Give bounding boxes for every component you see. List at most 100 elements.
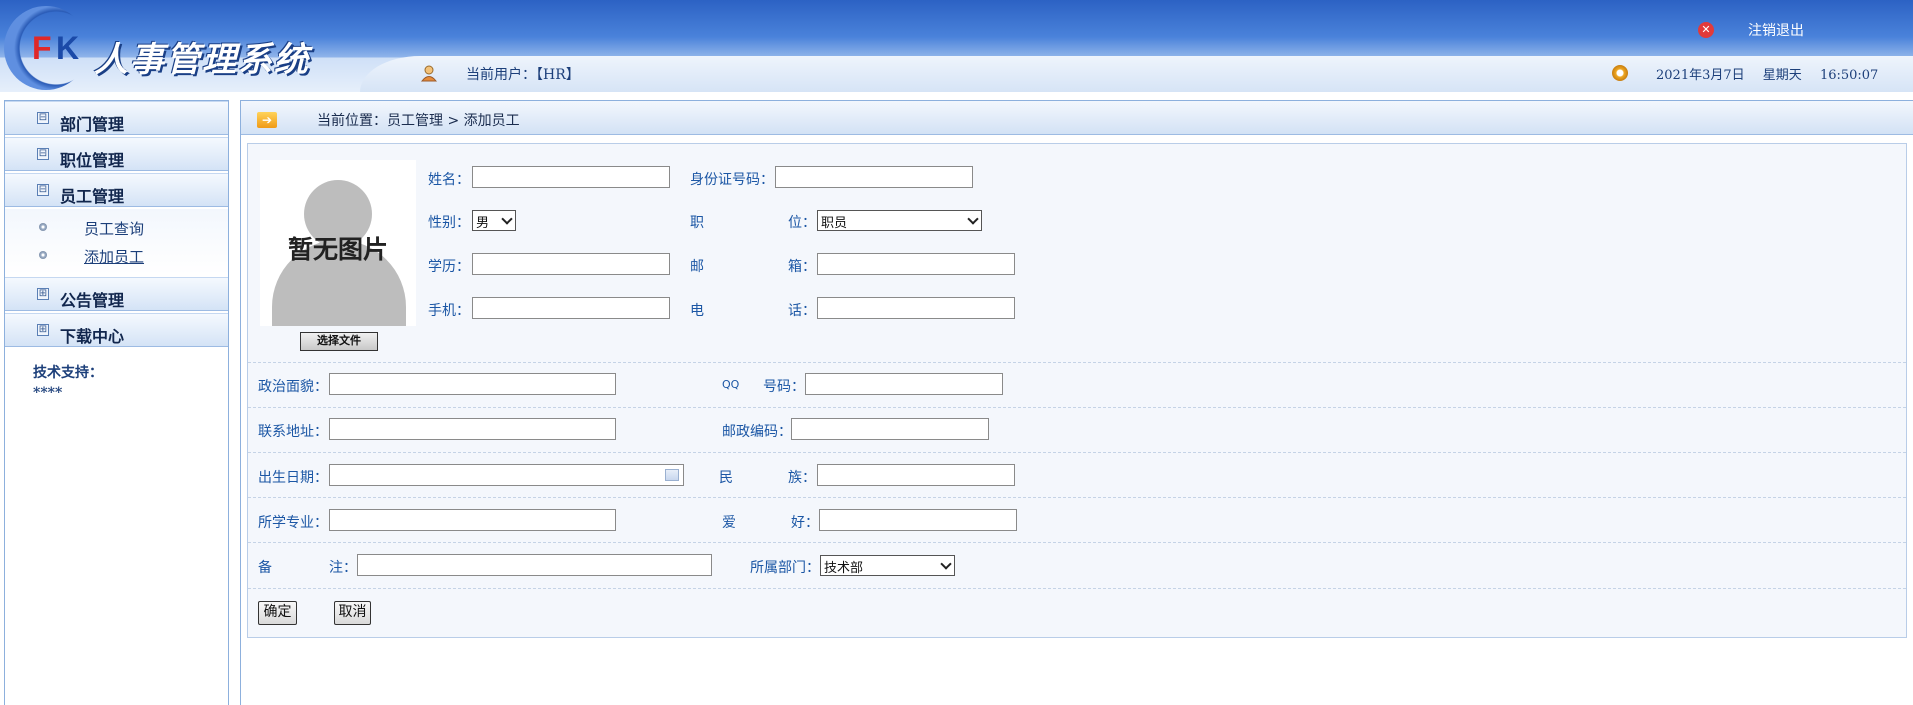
sidebar-menu-label: 员工管理 — [60, 187, 125, 206]
row-divider — [248, 452, 1906, 453]
row-divider — [248, 588, 1906, 589]
breadcrumb: 当前位置：员工管理 > 添加员工 — [317, 113, 520, 129]
breadcrumb-bar: ➔ 当前位置：员工管理 > 添加员工 — [241, 101, 1913, 135]
bullet-icon — [39, 223, 47, 231]
email-input[interactable] — [817, 253, 1015, 275]
mobile-label: 手机： — [428, 303, 470, 319]
email-label-a: 邮 — [690, 259, 704, 275]
sidebar-item-add-employee[interactable]: 添加员工 — [5, 241, 228, 269]
add-employee-form: 暂无图片 选择文件 姓名： 身份证号码： 性别： 男 职 位： 职员 学历： 邮… — [247, 143, 1907, 638]
name-label: 姓名： — [428, 172, 470, 188]
job-label-a: 职 — [690, 215, 704, 231]
tech-support: 技术支持： **** — [33, 363, 103, 403]
dept-label: 所属部门： — [750, 560, 820, 576]
collapse-icon: ⊟ — [37, 148, 49, 160]
speciality-label: 所学专业： — [258, 515, 328, 531]
weekday-text: 星期天 — [1762, 68, 1802, 83]
party-label: 政治面貌： — [258, 379, 328, 395]
row-divider — [248, 407, 1906, 408]
close-icon[interactable]: ✕ — [1698, 22, 1714, 38]
idcard-input[interactable] — [775, 166, 973, 188]
sex-label: 性别： — [428, 215, 470, 231]
sidebar-item-employee-query[interactable]: 员工查询 — [5, 213, 228, 241]
phone-label-b: 话： — [788, 303, 816, 319]
calendar-icon[interactable] — [665, 469, 679, 481]
remark-input[interactable] — [357, 554, 712, 576]
no-image-text: 暂无图片 — [287, 235, 388, 264]
job-select[interactable]: 职员 — [817, 210, 982, 231]
sidebar-menu-label: 部门管理 — [60, 115, 125, 134]
cancel-button[interactable]: 取消 — [334, 601, 371, 625]
main-content: ➔ 当前位置：员工管理 > 添加员工 暂无图片 选择文件 姓名： 身份证号码： … — [240, 100, 1913, 705]
hobby-label-a: 爱 — [722, 515, 736, 531]
tech-support-value: **** — [33, 385, 63, 401]
hobby-input[interactable] — [819, 509, 1017, 531]
postcode-input[interactable] — [791, 418, 989, 440]
expand-icon: ⊞ — [37, 288, 49, 300]
address-input[interactable] — [329, 418, 616, 440]
clock-icon — [1612, 65, 1628, 81]
race-label-b: 族： — [788, 470, 816, 486]
sidebar-menu-employee[interactable]: ⊟ 员工管理 — [5, 173, 228, 207]
remark-label-b: 注： — [329, 560, 357, 576]
name-input[interactable] — [472, 166, 670, 188]
time-text: 16:50:07 — [1819, 68, 1879, 83]
sidebar-menu-label: 公告管理 — [60, 291, 125, 310]
choose-file-button[interactable]: 选择文件 — [300, 332, 378, 351]
sidebar-menu-download[interactable]: ⊞ 下载中心 — [5, 313, 228, 347]
logo-letter-f: F — [32, 30, 52, 66]
race-label-a: 民 — [719, 470, 733, 486]
sex-select-value: 男 — [476, 216, 490, 231]
datetime-display: 2021年3月7日 星期天 16:50:07 — [1656, 64, 1892, 83]
collapse-icon: ⊟ — [37, 112, 49, 124]
email-label-b: 箱： — [788, 259, 816, 275]
sidebar-menu-notice[interactable]: ⊞ 公告管理 — [5, 277, 228, 311]
qq-label-a: QQ — [722, 378, 740, 391]
logout-link[interactable]: 注销退出 — [1748, 20, 1804, 40]
job-select-value: 职员 — [821, 216, 848, 231]
expand-icon: ⊞ — [37, 324, 49, 336]
row-divider — [248, 542, 1906, 543]
employee-submenu: 员工查询 添加员工 — [5, 209, 228, 275]
dept-select[interactable]: 技术部 — [820, 555, 955, 576]
tech-support-label: 技术支持： — [33, 365, 103, 381]
address-label: 联系地址： — [258, 424, 328, 440]
education-input[interactable] — [472, 253, 670, 275]
race-input[interactable] — [817, 464, 1015, 486]
sidebar-item-label: 员工查询 — [84, 220, 145, 238]
photo-preview: 暂无图片 — [260, 160, 416, 326]
chevron-down-icon — [501, 213, 513, 225]
speciality-input[interactable] — [329, 509, 616, 531]
sidebar: ⊟ 部门管理 ⊟ 职位管理 ⊟ 员工管理 员工查询 添加员工 ⊞ 公告管理 ⊞ … — [4, 100, 229, 705]
bullet-icon — [39, 251, 47, 259]
qq-label-b: 号码： — [763, 379, 805, 395]
birthday-input[interactable] — [329, 464, 684, 486]
arrow-right-icon: ➔ — [257, 112, 277, 128]
sidebar-menu-label: 下载中心 — [60, 327, 125, 346]
qq-input[interactable] — [805, 373, 1003, 395]
mobile-input[interactable] — [472, 297, 670, 319]
app-header: F K 人事管理系统 当前用户：【HR】 ✕ 注销退出 2021年3月7日 星期… — [0, 0, 1913, 92]
app-logo: F K 人事管理系统 — [4, 6, 344, 90]
collapse-icon: ⊟ — [37, 184, 49, 196]
hobby-label-b: 好： — [791, 515, 819, 531]
party-input[interactable] — [329, 373, 616, 395]
job-label-b: 位： — [788, 215, 816, 231]
row-divider — [248, 362, 1906, 363]
phone-input[interactable] — [817, 297, 1015, 319]
sidebar-menu-position[interactable]: ⊟ 职位管理 — [5, 137, 228, 171]
dept-select-value: 技术部 — [824, 561, 864, 576]
sex-select[interactable]: 男 — [472, 210, 516, 231]
sidebar-menu-label: 职位管理 — [60, 151, 125, 170]
education-label: 学历： — [428, 259, 470, 275]
app-title: 人事管理系统 — [94, 40, 310, 80]
user-icon — [420, 65, 438, 82]
row-divider — [248, 497, 1906, 498]
current-user-label: 当前用户：【HR】 — [466, 67, 580, 83]
submit-button[interactable]: 确定 — [258, 601, 297, 625]
sidebar-menu-department[interactable]: ⊟ 部门管理 — [5, 101, 228, 135]
remark-label-a: 备 — [258, 560, 272, 576]
date-text: 2021年3月7日 — [1656, 68, 1745, 83]
chevron-down-icon — [940, 558, 952, 570]
chevron-down-icon — [967, 213, 979, 225]
